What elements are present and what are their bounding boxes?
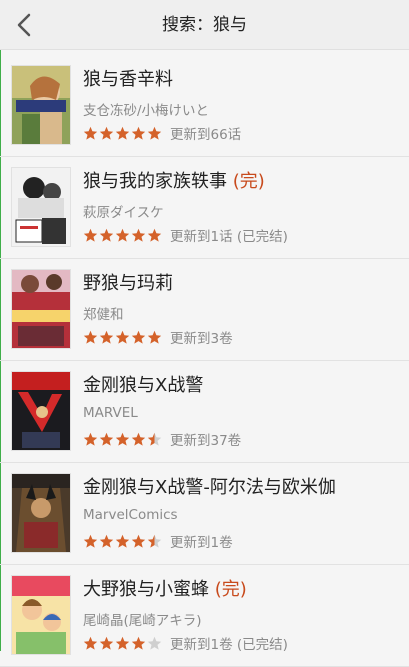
star-full-icon [147,330,162,344]
search-results-list: 狼与香辛料 支仓冻砂/小梅けいと 更新到66话 狼与我的家族轶事 (完) 萩原ダ… [0,55,409,667]
update-status: 更新到1话 (已完结) [170,229,288,245]
list-item[interactable]: 金刚狼与X战警 MARVEL 更新到37卷 [0,361,409,463]
star-full-icon [99,432,114,446]
rating-row: 更新到3卷 [83,328,233,347]
item-title: 大野狼与小蜜蜂 (完) [83,579,247,600]
star-full-icon [115,534,130,548]
star-full-icon [131,636,146,650]
star-full-icon [99,228,114,242]
star-full-icon [83,636,98,650]
list-item[interactable]: 野狼与玛莉 郑健和 更新到3卷 [0,259,409,361]
star-full-icon [131,228,146,242]
rating-row: 更新到37卷 [83,430,242,449]
star-rating [83,534,162,549]
star-full-icon [147,126,162,140]
item-author: MARVEL [83,405,138,421]
star-rating [83,330,162,345]
update-status: 更新到66话 [170,127,242,143]
item-title: 金刚狼与X战警 [83,375,204,396]
star-full-icon [131,330,146,344]
star-full-icon [115,330,130,344]
star-half-icon [147,432,162,446]
item-title: 狼与我的家族轶事 (完) [83,171,265,192]
top-bar: 搜索：狼与 [0,0,409,50]
star-rating [83,432,162,447]
list-item[interactable]: 大野狼与小蜜蜂 (完) 尾崎晶(尾崎アキラ) 更新到1卷 (已完结) [0,565,409,667]
star-rating [83,228,162,243]
rating-row: 更新到1卷 (已完结) [83,634,288,653]
star-full-icon [83,534,98,548]
star-full-icon [115,636,130,650]
star-full-icon [99,330,114,344]
item-author: 郑健和 [83,307,124,323]
update-status: 更新到1卷 [170,535,233,551]
star-full-icon [131,432,146,446]
star-rating [83,126,162,141]
update-status: 更新到3卷 [170,331,233,347]
star-full-icon [115,126,130,140]
rating-row: 更新到1卷 [83,532,233,551]
rating-row: 更新到66话 [83,124,242,143]
list-item[interactable]: 金刚狼与X战警-阿尔法与欧米伽 MarvelComics 更新到1卷 [0,463,409,565]
item-title: 狼与香辛料 [83,69,173,90]
item-author: 支仓冻砂/小梅けいと [83,103,210,119]
manga-cover-image [12,66,70,144]
manga-cover-image [12,576,70,654]
star-full-icon [83,126,98,140]
star-full-icon [99,126,114,140]
star-full-icon [99,636,114,650]
update-status: 更新到37卷 [170,433,242,449]
star-full-icon [83,432,98,446]
rating-row: 更新到1话 (已完结) [83,226,288,245]
manga-cover-image [12,372,70,450]
star-full-icon [99,534,114,548]
star-full-icon [83,228,98,242]
star-full-icon [115,432,130,446]
item-title: 野狼与玛莉 [83,273,173,294]
manga-cover-image [12,168,70,246]
star-empty-icon [147,636,162,650]
item-author: 萩原ダイスケ [83,205,164,221]
star-full-icon [131,534,146,548]
star-rating [83,636,162,651]
item-title: 金刚狼与X战警-阿尔法与欧米伽 [83,477,336,498]
manga-cover-image [12,474,70,552]
manga-cover-image [12,270,70,348]
star-full-icon [147,228,162,242]
item-author: MarvelComics [83,507,178,523]
star-full-icon [83,330,98,344]
list-item[interactable]: 狼与香辛料 支仓冻砂/小梅けいと 更新到66话 [0,55,409,157]
update-status: 更新到1卷 (已完结) [170,637,288,653]
star-full-icon [115,228,130,242]
page-title: 搜索：狼与 [162,15,247,35]
star-half-icon [147,534,162,548]
star-full-icon [131,126,146,140]
item-author: 尾崎晶(尾崎アキラ) [83,613,202,629]
list-item[interactable]: 狼与我的家族轶事 (完) 萩原ダイスケ 更新到1话 (已完结) [0,157,409,259]
